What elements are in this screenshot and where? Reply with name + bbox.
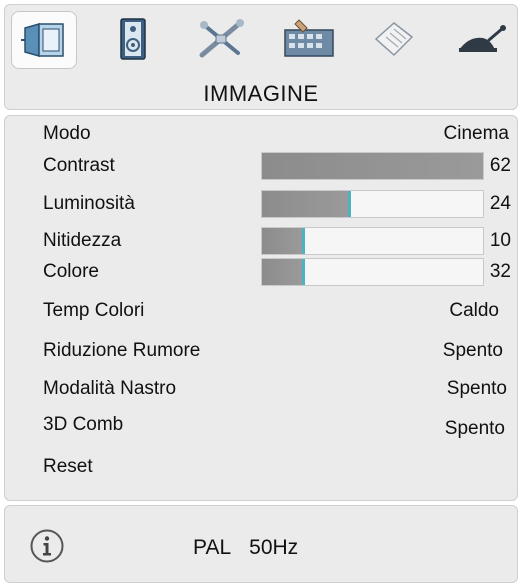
- colore-slider[interactable]: [261, 258, 484, 286]
- setting-label: Riduzione Rumore: [43, 340, 201, 361]
- setting-value: 24: [489, 193, 511, 214]
- setting-label: Temp Colori: [43, 300, 145, 321]
- tools-icon: [199, 19, 244, 58]
- reset-label: Reset: [43, 456, 93, 477]
- setting-row-temp-colori[interactable]: Temp Colori Caldo: [5, 296, 517, 328]
- tab-channels[interactable]: [449, 11, 513, 67]
- speaker-icon: [120, 18, 146, 60]
- signal-system: PAL: [193, 536, 232, 559]
- document-icon: [374, 22, 414, 57]
- setting-row-modalita-nastro[interactable]: Modalità Nastro Spento: [5, 374, 517, 406]
- setting-row-colore[interactable]: Colore 32: [5, 257, 517, 289]
- setting-row-contrast[interactable]: Contrast 62: [5, 151, 517, 183]
- setting-value: Caldo: [449, 300, 499, 321]
- tab-sound[interactable]: [101, 11, 165, 67]
- tab-options[interactable]: [361, 11, 425, 67]
- setting-value: Cinema: [443, 123, 509, 144]
- setting-label: Nitidezza: [43, 230, 122, 251]
- setting-value: Spento: [444, 418, 505, 439]
- setting-row-luminosita[interactable]: Luminosità 24: [5, 189, 517, 221]
- setting-row-modo[interactable]: Modo Cinema: [5, 119, 517, 151]
- tab-picture[interactable]: [11, 11, 77, 69]
- antenna-icon: [459, 25, 506, 52]
- menu-header: IMMAGINE: [4, 4, 518, 110]
- contrast-slider[interactable]: [261, 152, 484, 180]
- tab-setup[interactable]: [277, 11, 341, 67]
- tab-tools[interactable]: [189, 11, 253, 67]
- luminosita-slider[interactable]: [261, 190, 484, 218]
- setting-row-reset[interactable]: Reset: [5, 452, 517, 484]
- menu-title: IMMAGINE: [203, 81, 319, 106]
- nitidezza-slider[interactable]: [261, 227, 484, 255]
- colore-slider-fill: [262, 259, 305, 285]
- settings-list: Modo Cinema Contrast 62 Luminosità 24 Ni…: [4, 115, 518, 501]
- setup-icon: [284, 19, 334, 57]
- signal-info: PAL 50Hz: [193, 536, 298, 560]
- luminosita-slider-fill: [262, 191, 352, 217]
- setting-value: 32: [489, 261, 511, 282]
- setting-label: 3D Comb: [43, 414, 124, 435]
- setting-row-nitidezza[interactable]: Nitidezza 10: [5, 226, 517, 258]
- setting-value: Spento: [442, 340, 503, 361]
- setting-value: Spento: [446, 378, 507, 399]
- setting-label: Luminosità: [43, 193, 135, 214]
- setting-label: Modo: [43, 123, 91, 144]
- setting-value: 10: [489, 230, 511, 251]
- setting-label: Colore: [43, 261, 99, 282]
- signal-frequency: 50Hz: [249, 536, 299, 559]
- info-icon: [30, 529, 64, 563]
- setting-label: Modalità Nastro: [43, 378, 177, 399]
- setting-label: Contrast: [43, 155, 115, 176]
- contrast-slider-fill: [262, 153, 483, 179]
- setting-row-3d-comb[interactable]: 3D Comb Spento: [5, 410, 517, 442]
- setting-row-riduzione-rumore[interactable]: Riduzione Rumore Spento: [5, 336, 517, 368]
- signal-info-bar: PAL 50Hz: [4, 505, 518, 583]
- nitidezza-slider-fill: [262, 228, 305, 254]
- picture-icon: [21, 23, 64, 57]
- setting-value: 62: [489, 155, 511, 176]
